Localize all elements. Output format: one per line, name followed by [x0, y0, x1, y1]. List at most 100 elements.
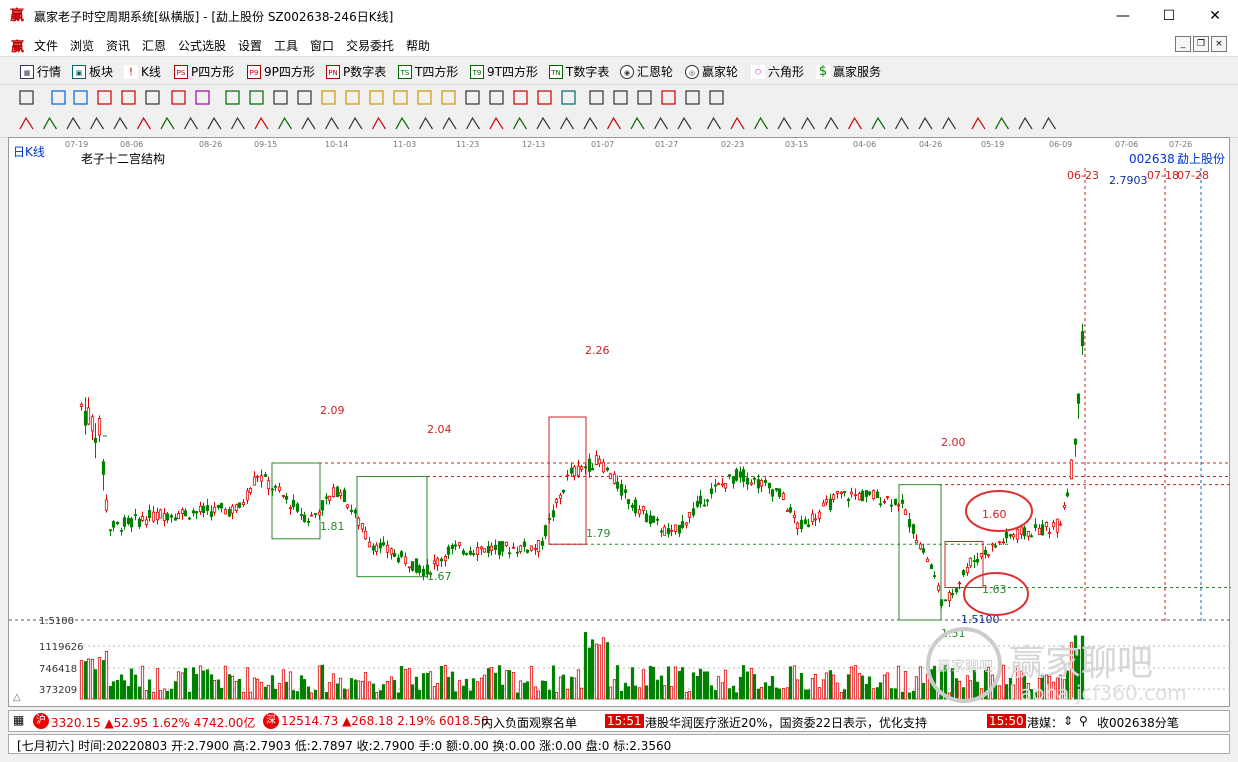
menu-browse[interactable]: 浏览: [70, 37, 94, 54]
scroll-arrows-icon[interactable]: ⇕: [1063, 714, 1073, 728]
candle-body: [896, 504, 901, 507]
toolbar-t-table-button[interactable]: TN T数字表: [549, 63, 609, 80]
toolbar-t-square-button[interactable]: TS T四方形: [398, 63, 458, 80]
toolbar-p-square-button[interactable]: PS P四方形: [174, 63, 234, 80]
menu-tools[interactable]: 工具: [274, 37, 298, 54]
mdi-close-button[interactable]: ×: [1211, 36, 1227, 52]
collect-icon[interactable]: ⚲: [1079, 714, 1088, 728]
period-label: 日K线: [13, 145, 45, 159]
menu-huien[interactable]: 汇恩: [142, 37, 166, 54]
volume-bar: [896, 665, 901, 700]
volume-bar: [111, 681, 116, 700]
menu-info[interactable]: 资讯: [106, 37, 130, 54]
menu-help[interactable]: 帮助: [406, 37, 430, 54]
kline-chart[interactable]: 07-19 08-06 08-26 09-15 10-14 11-03 11-23 12-13…: [9, 138, 1231, 708]
candle-body: [234, 504, 239, 512]
pn-icon: PN: [326, 64, 340, 79]
candle-body: [889, 504, 894, 507]
navigation-toolbar-icons[interactable]: [0, 85, 1238, 111]
menu-file[interactable]: 文件: [34, 37, 58, 54]
volume-bar: [741, 665, 746, 700]
news-ticker-3[interactable]: 港媒：: [1027, 714, 1063, 731]
toolbar-winner-wheel-button[interactable]: ◎ 赢家轮: [685, 63, 738, 80]
candle-body: [893, 498, 898, 505]
candle-body: [86, 407, 91, 425]
status-table-icon[interactable]: ▦: [13, 713, 24, 727]
candle-body: [1051, 522, 1056, 528]
toolbar-icon-28: [709, 90, 724, 105]
candle-body: [713, 484, 718, 487]
volume-tick: 746418: [39, 664, 77, 675]
menu-trade[interactable]: 交易委托: [346, 37, 394, 54]
menu-settings[interactable]: 设置: [238, 37, 262, 54]
candle-body: [277, 486, 282, 491]
candle-body: [147, 509, 152, 519]
candle-body: [975, 558, 980, 563]
menu-window[interactable]: 窗口: [310, 37, 334, 54]
mdi-restore-button[interactable]: ❐: [1193, 36, 1209, 52]
p9-icon: P9: [247, 64, 261, 79]
candle-body: [108, 529, 113, 532]
toolbar-9p-square-button[interactable]: P9 9P四方形: [247, 63, 315, 80]
candle-body: [821, 502, 826, 507]
date-tick: 08-26: [199, 140, 222, 149]
candle-body: [806, 524, 811, 527]
tn-icon: TN: [549, 64, 563, 79]
volume-bar: [86, 658, 91, 700]
candle-body: [126, 517, 131, 524]
menu-formula[interactable]: 公式选股: [178, 37, 226, 54]
candle-body: [878, 503, 883, 506]
kline-chart-panel[interactable]: 07-19 08-06 08-26 09-15 10-14 11-03 11-23 12-13…: [8, 137, 1231, 708]
volume-bar: [853, 665, 858, 700]
app-menu-icon[interactable]: 赢: [11, 36, 24, 55]
toolbar-quotes-button[interactable]: ▦ 行情: [20, 63, 61, 80]
candle-body: [803, 519, 808, 525]
candle-body: [615, 481, 620, 489]
volume-bar: [234, 680, 239, 700]
toolbar-hexagon-button[interactable]: ⬡ 六角形: [751, 63, 804, 80]
candle-body: [482, 548, 487, 553]
toolbar-p-table-button[interactable]: PN P数字表: [326, 63, 386, 80]
shanghai-index[interactable]: 3320.15 ▲52.95 1.62% 4742.00亿: [51, 714, 255, 731]
volume-bar: [864, 683, 869, 700]
toolbar-sector-button[interactable]: ▣ 板块: [72, 63, 113, 80]
volume-bar: [245, 667, 250, 700]
close-button[interactable]: ✕: [1192, 0, 1238, 32]
date-tick: 03-15: [785, 140, 808, 149]
volume-bar: [921, 682, 926, 700]
volume-bar: [713, 690, 718, 700]
candle-body: [587, 458, 592, 472]
volume-bar: [759, 687, 764, 700]
shanghai-index-icon[interactable]: 沪: [33, 713, 49, 729]
mdi-minimize-button[interactable]: _: [1175, 36, 1191, 52]
box-down-3: [898, 484, 942, 621]
news-ticker-1[interactable]: 内入负面观察名单: [481, 714, 577, 731]
volume-bar: [273, 688, 278, 700]
volume-bar: [583, 632, 588, 700]
news-ticker-2[interactable]: 港股华润医疗涨近20%，国资委22日表示，优化支持: [645, 714, 927, 731]
hexagon-icon: ⬡: [751, 64, 765, 79]
candle-body: [201, 505, 206, 513]
candle-body: [158, 509, 163, 519]
volume-bar: [425, 672, 430, 700]
volume-bar: [155, 668, 160, 700]
toolbar-icon-24: [613, 90, 628, 105]
candle-body: [223, 509, 228, 515]
volume-bar: [655, 679, 660, 700]
toolbar-9t-square-button[interactable]: T9 9T四方形: [470, 63, 538, 80]
minimize-button[interactable]: —: [1100, 0, 1146, 32]
candle-body: [1044, 522, 1049, 528]
maximize-button[interactable]: ☐: [1146, 0, 1192, 32]
shenzhen-index-icon[interactable]: 深: [263, 713, 279, 729]
candle-body: [785, 509, 790, 512]
drawing-toolbar-icons[interactable]: [0, 111, 1238, 137]
collect-ticks-link[interactable]: 收002638分笔: [1097, 714, 1179, 731]
candle-body: [306, 520, 311, 523]
shenzhen-index[interactable]: 12514.73 ▲268.18 2.19% 6018.56: [281, 714, 489, 728]
toolbar-huien-wheel-button[interactable]: ◉ 汇恩轮: [620, 63, 673, 80]
toolbar-service-button[interactable]: $ 赢家服务: [816, 63, 881, 80]
candle-body: [324, 496, 329, 499]
volume-bar: [302, 679, 307, 700]
candle-body: [104, 499, 109, 511]
toolbar-kline-button[interactable]: ╿ K线: [124, 63, 161, 80]
